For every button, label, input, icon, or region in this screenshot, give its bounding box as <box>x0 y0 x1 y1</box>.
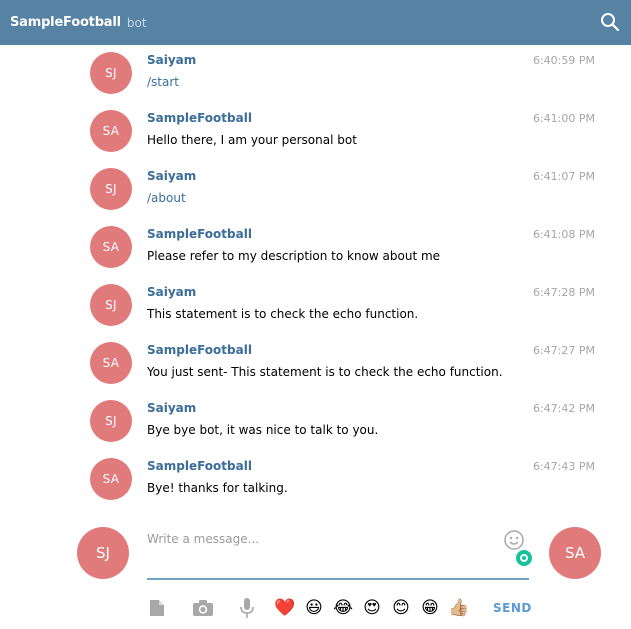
user-avatar[interactable]: SJ <box>77 527 129 579</box>
search-icon[interactable] <box>599 11 621 33</box>
smiley-emoji-icon[interactable]: 😃 <box>303 597 325 619</box>
message-author[interactable]: Saiyam <box>147 169 196 183</box>
avatar[interactable]: SJ <box>90 52 132 94</box>
heart-emoji-icon[interactable]: ❤️ <box>274 597 296 619</box>
chat-header: SampleFootball bot <box>0 0 631 45</box>
grammarly-icon[interactable] <box>516 550 532 566</box>
avatar[interactable]: SA <box>90 458 132 500</box>
message-text: Bye bye bot, it was nice to talk to you. <box>147 423 379 437</box>
message-composer <box>147 522 532 580</box>
message-text[interactable]: /start <box>147 75 179 89</box>
message-time: 6:41:08 PM <box>532 228 595 241</box>
message-author[interactable]: SampleFootball <box>147 227 252 241</box>
heart-eyes-emoji-icon[interactable]: 😍 <box>361 597 383 619</box>
avatar[interactable]: SJ <box>90 284 132 326</box>
message-text: You just sent- This statement is to chec… <box>147 365 503 379</box>
message-text: Bye! thanks for talking. <box>147 481 288 495</box>
message-author[interactable]: SampleFootball <box>147 459 252 473</box>
chat-title[interactable]: SampleFootball <box>10 15 121 30</box>
send-button[interactable]: SEND <box>493 601 532 615</box>
message-time: 6:47:42 PM <box>532 402 595 415</box>
message-text[interactable]: /about <box>147 191 186 205</box>
message-text: This statement is to check the echo func… <box>147 307 419 321</box>
message-time: 6:47:43 PM <box>532 460 595 473</box>
camera-icon[interactable] <box>191 596 215 620</box>
message-item: SA SampleFootball 6:47:27 PM You just se… <box>0 335 631 393</box>
avatar[interactable]: SA <box>90 342 132 384</box>
avatar[interactable]: SJ <box>90 168 132 210</box>
message-time: 6:41:07 PM <box>532 170 595 183</box>
avatar[interactable]: SA <box>90 110 132 152</box>
message-item: SJ Saiyam 6:47:28 PM This statement is t… <box>0 277 631 335</box>
composer-toolbar: ❤️ 😃 😂 😍 😊 😁 👍🏼 <box>145 596 545 620</box>
message-text: Hello there, I am your personal bot <box>147 133 357 147</box>
message-list[interactable]: SJ Saiyam 6:40:59 PM /start SA SampleFoo… <box>0 45 631 515</box>
blush-emoji-icon[interactable]: 😊 <box>390 597 412 619</box>
message-author[interactable]: Saiyam <box>147 401 196 415</box>
message-item: SJ Saiyam 6:47:42 PM Bye bye bot, it was… <box>0 393 631 451</box>
message-text: Please refer to my description to know a… <box>147 249 441 263</box>
tears-of-joy-emoji-icon[interactable]: 😂 <box>332 597 354 619</box>
microphone-icon[interactable] <box>235 596 259 620</box>
message-item: SA SampleFootball 6:41:08 PM Please refe… <box>0 219 631 277</box>
message-time: 6:47:28 PM <box>532 286 595 299</box>
message-item: SA SampleFootball 6:47:43 PM Bye! thanks… <box>0 451 631 509</box>
message-time: 6:40:59 PM <box>532 54 595 67</box>
emoji-picker-icon[interactable] <box>503 529 525 551</box>
message-time: 6:47:27 PM <box>532 344 595 357</box>
message-author[interactable]: Saiyam <box>147 285 196 299</box>
attach-file-icon[interactable] <box>145 596 169 620</box>
message-author[interactable]: Saiyam <box>147 53 196 67</box>
message-time: 6:41:00 PM <box>532 112 595 125</box>
message-item: SJ Saiyam 6:41:07 PM /about <box>0 161 631 219</box>
thumbs-up-emoji-icon[interactable]: 👍🏼 <box>448 597 470 619</box>
message-author[interactable]: SampleFootball <box>147 343 252 357</box>
message-item: SA SampleFootball 6:41:00 PM Hello there… <box>0 103 631 161</box>
message-item: SJ Saiyam 6:40:59 PM /start <box>0 45 631 103</box>
chat-subtitle: bot <box>126 15 147 30</box>
message-author[interactable]: SampleFootball <box>147 111 252 125</box>
avatar[interactable]: SA <box>90 226 132 268</box>
peer-avatar[interactable]: SA <box>549 527 601 579</box>
avatar[interactable]: SJ <box>90 400 132 442</box>
grin-emoji-icon[interactable]: 😁 <box>419 597 441 619</box>
message-input[interactable] <box>147 528 497 550</box>
